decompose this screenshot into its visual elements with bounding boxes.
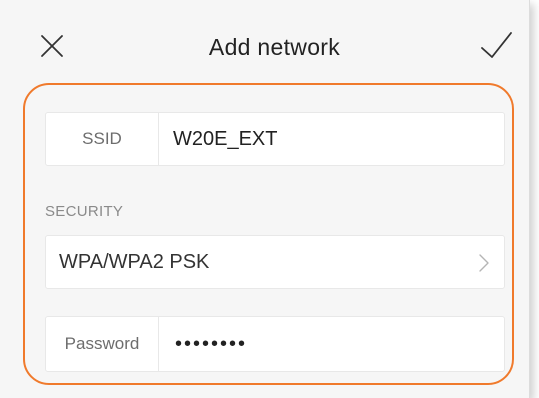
ssid-field[interactable]: SSID W20E_EXT bbox=[45, 112, 505, 166]
add-network-screen: Add network SSID W20E_EXT SECURITY WPA/W… bbox=[0, 0, 530, 398]
checkmark-icon bbox=[481, 32, 512, 58]
ssid-input[interactable]: W20E_EXT bbox=[173, 113, 277, 165]
password-field[interactable]: Password •••••••• bbox=[45, 316, 505, 372]
chevron-right-icon bbox=[479, 254, 489, 272]
security-select[interactable]: WPA/WPA2 PSK bbox=[45, 235, 505, 289]
confirm-button[interactable] bbox=[476, 26, 516, 66]
password-input[interactable]: •••••••• bbox=[175, 317, 247, 371]
security-section-label: SECURITY bbox=[45, 203, 124, 220]
page-title: Add network bbox=[208, 34, 341, 60]
security-value: WPA/WPA2 PSK bbox=[59, 251, 210, 273]
ssid-label: SSID bbox=[46, 113, 159, 165]
header: Add network bbox=[0, 0, 529, 86]
password-label: Password bbox=[46, 317, 159, 371]
